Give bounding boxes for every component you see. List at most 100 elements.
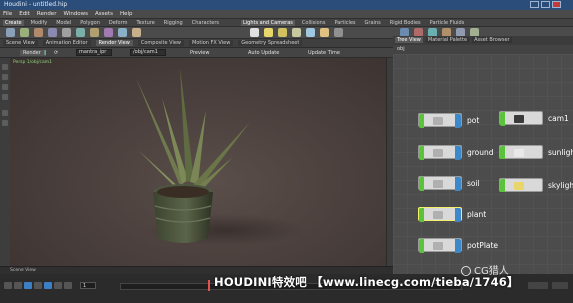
area-light-tool-icon[interactable] (292, 28, 301, 37)
jump-start-icon[interactable] (4, 282, 12, 289)
shelf-tab[interactable]: Deform (107, 20, 130, 26)
spot-light-tool-icon[interactable] (278, 28, 287, 37)
tab-material-palette[interactable]: Material Palette (425, 37, 470, 43)
sky-light-icon (514, 182, 524, 190)
update-time-label: Update Time (308, 50, 340, 56)
tab-motion-fx-view[interactable]: Motion FX View (189, 40, 234, 46)
handle-tool-icon[interactable] (2, 110, 8, 116)
timeline-label: Scene View (10, 268, 36, 273)
circle-tool-icon[interactable] (104, 28, 113, 37)
menu-help[interactable]: Help (120, 11, 133, 17)
shelf-tab[interactable]: Model (54, 20, 73, 26)
tube-tool-icon[interactable] (34, 28, 43, 37)
camera-tool-icon[interactable] (250, 28, 259, 37)
render-viewport[interactable]: Persp 1/obj/cam1 (10, 58, 386, 266)
step-forward-icon[interactable] (54, 282, 62, 289)
node-label: soil (467, 179, 480, 188)
node-sunlight[interactable]: sunlight (499, 145, 573, 159)
maximize-button[interactable] (541, 1, 550, 8)
node-label: skylight (548, 181, 573, 190)
keys-button[interactable] (528, 282, 548, 289)
view-tool-icon[interactable] (2, 120, 8, 126)
path-tool-icon[interactable] (132, 28, 141, 37)
tab-animation-editor[interactable]: Animation Editor (42, 40, 91, 46)
shelf-tab[interactable]: Rigging (162, 20, 185, 26)
shelf-tab[interactable]: Polygon (78, 20, 102, 26)
tab-asset-browser[interactable]: Asset Browser (472, 37, 512, 43)
menu-edit[interactable]: Edit (19, 11, 30, 17)
node-cam1[interactable]: cam1 (499, 111, 573, 126)
shelf-tab-right[interactable]: Particles (332, 20, 357, 26)
box-tool-icon[interactable] (6, 28, 15, 37)
frame-field[interactable]: 1 (80, 282, 96, 289)
auto-update-toggle[interactable]: Auto Update (248, 50, 279, 56)
logo-circle-icon (461, 266, 471, 276)
rotate-tool-icon[interactable] (2, 84, 8, 90)
sun-light-tool-icon[interactable] (320, 28, 329, 37)
torus-tool-icon[interactable] (48, 28, 57, 37)
shelf-tab[interactable]: Create (3, 20, 24, 26)
camera-select[interactable]: /obj/cam1 (130, 49, 166, 56)
step-back-icon[interactable] (14, 282, 22, 289)
shelf-tab[interactable]: Texture (134, 20, 156, 26)
menu-file[interactable]: File (3, 11, 12, 17)
tab-composite-view[interactable]: Composite View (137, 40, 184, 46)
node-label: potPlate (467, 241, 499, 250)
scale-tool-icon[interactable] (2, 94, 8, 100)
render-button[interactable]: Render (20, 50, 44, 56)
node-label: pot (467, 116, 480, 125)
preview-toggle[interactable]: Preview (190, 50, 209, 56)
close-button[interactable] (552, 1, 561, 8)
line-tool-icon[interactable] (90, 28, 99, 37)
geometry-icon (433, 117, 443, 125)
node-soil[interactable]: soil (418, 176, 488, 191)
shelf-tab-right[interactable]: Lights and Cameras (241, 20, 295, 26)
tab-tree-view[interactable]: Tree View (395, 37, 423, 43)
menu-bar: File Edit Render Windows Assets Help (0, 10, 573, 19)
menu-assets[interactable]: Assets (95, 11, 113, 17)
network-path[interactable]: obj (397, 46, 405, 52)
jump-end-icon[interactable] (64, 282, 72, 289)
sphere-tool-icon[interactable] (20, 28, 29, 37)
point-light-tool-icon[interactable] (264, 28, 273, 37)
plant-render-icon (136, 68, 305, 246)
tab-geometry-spreadsheet[interactable]: Geometry Spreadsheet (238, 40, 303, 46)
play-icon[interactable] (44, 282, 52, 289)
select-tool-icon[interactable] (2, 64, 8, 70)
realtime-button[interactable] (552, 282, 568, 289)
node-plant[interactable]: plant (418, 207, 488, 222)
shelf-tab[interactable]: Characters (190, 20, 221, 26)
shelf-tab-right[interactable]: Grains (363, 20, 383, 26)
shelf-tab[interactable]: Modify (29, 20, 50, 26)
tab-render-view[interactable]: Render View (95, 40, 133, 46)
shelf-tab-right[interactable]: Rigid Bodies (388, 20, 423, 26)
shelf-tab-right[interactable]: Collisions (300, 20, 328, 26)
refresh-icon[interactable]: ⟳ (54, 50, 58, 56)
title-bar: Houdini - untitled.hip (0, 0, 573, 10)
tab-scene-view[interactable]: Scene View (3, 40, 38, 46)
shelf-tab-right[interactable]: Particle Fluids (428, 20, 467, 26)
stop-icon[interactable] (34, 282, 42, 289)
node-ground[interactable]: ground (418, 145, 498, 160)
grid-tool-icon[interactable] (62, 28, 71, 37)
null-tool-icon[interactable] (76, 28, 85, 37)
minimize-button[interactable] (530, 1, 539, 8)
time-cursor[interactable] (208, 280, 210, 291)
renderer-select[interactable]: mantra_ipr (76, 49, 112, 56)
node-pot[interactable]: pot (418, 113, 488, 128)
node-label: plant (467, 210, 487, 219)
menu-windows[interactable]: Windows (63, 11, 88, 17)
node-skylight[interactable]: skylight (499, 178, 573, 192)
menu-render[interactable]: Render (37, 11, 57, 17)
move-tool-icon[interactable] (2, 74, 8, 80)
curve-tool-icon[interactable] (118, 28, 127, 37)
geometry-icon (433, 242, 443, 250)
shelf-tabs: Create Modify Model Polygon Deform Texture Rig… (0, 19, 573, 27)
pause-icon[interactable]: ‖ (44, 50, 47, 56)
geometry-icon (433, 149, 443, 157)
env-light-tool-icon[interactable] (334, 28, 343, 37)
node-potplate[interactable]: potPlate (418, 238, 499, 253)
node-label: cam1 (548, 114, 569, 123)
play-reverse-icon[interactable] (24, 282, 32, 289)
sky-light-tool-icon[interactable] (306, 28, 315, 37)
